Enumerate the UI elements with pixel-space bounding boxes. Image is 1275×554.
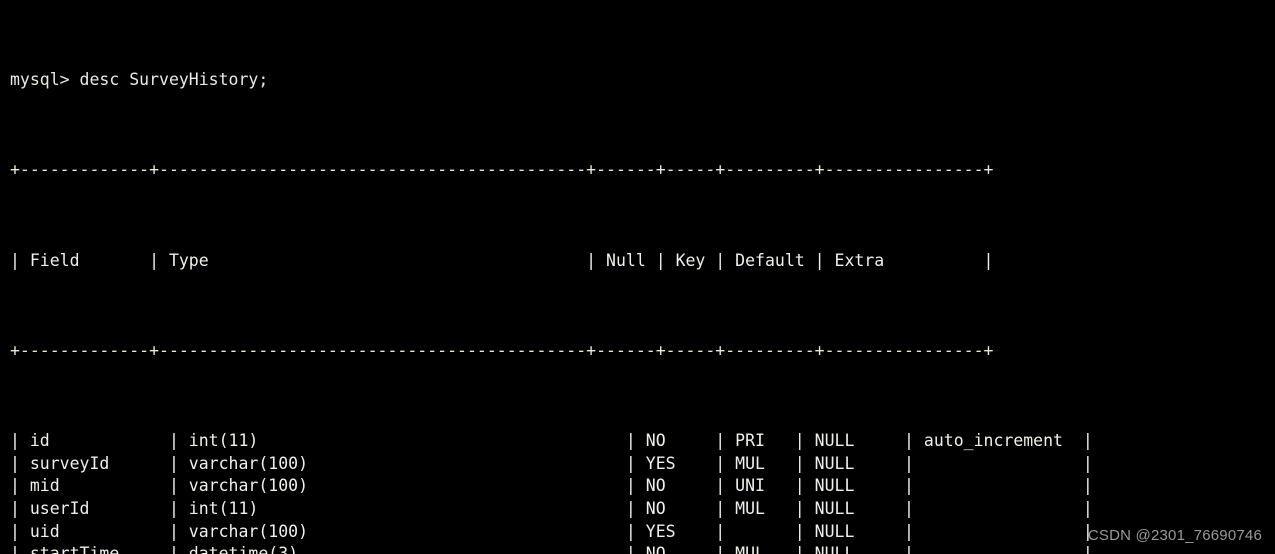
table-row: | mid | varchar(100) | NO | UNI | NULL |… — [10, 476, 1093, 496]
table-row: | uid | varchar(100) | YES | | NULL | | — [10, 521, 1093, 541]
table-top-border: +-------------+-------------------------… — [10, 160, 994, 180]
table-header-separator: +-------------+-------------------------… — [10, 340, 994, 360]
table-row: | startTime | datetime(3) | NO | MUL | N… — [10, 544, 1093, 554]
mysql-terminal[interactable]: mysql> desc SurveyHistory; +------------… — [0, 0, 1275, 554]
csdn-watermark: CSDN @2301_76690746 — [1087, 527, 1262, 545]
table-row: | id | int(11) | NO | PRI | NULL | auto_… — [10, 431, 1093, 451]
terminal-screen: mysql> desc SurveyHistory; +------------… — [10, 1, 1133, 554]
table-header-row: | Field | Type | Null | Key | Default | … — [10, 250, 994, 270]
command-prompt-line: mysql> desc SurveyHistory; — [10, 69, 269, 89]
table-row: | userId | int(11) | NO | MUL | NULL | | — [10, 499, 1093, 519]
table-row: | surveyId | varchar(100) | YES | MUL | … — [10, 453, 1093, 473]
table-body: | id | int(11) | NO | PRI | NULL | auto_… — [10, 430, 1133, 554]
